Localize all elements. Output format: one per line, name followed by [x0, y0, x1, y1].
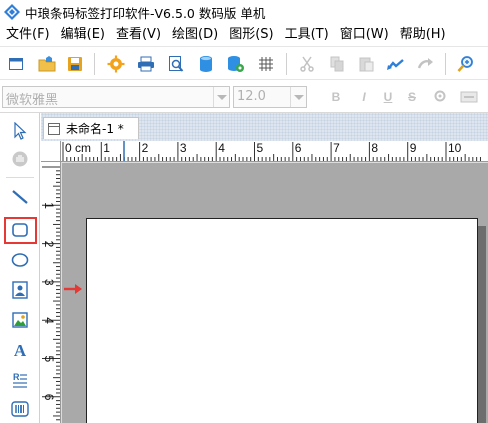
ruler-label: 8	[371, 141, 378, 155]
document-area: 未命名-1 * 0 1 2 3 4 5 6 7 8 9 10 cm 1 2 3 4 5 6 7	[41, 113, 488, 423]
document-icon	[48, 122, 60, 135]
print-icon[interactable]	[136, 54, 156, 74]
font-size-select[interactable]: 12.0	[233, 86, 307, 108]
underline-button[interactable]: U	[380, 89, 396, 105]
line-icon[interactable]	[8, 185, 32, 209]
ruler-label: 6	[295, 141, 302, 155]
picture-icon[interactable]	[8, 308, 32, 332]
ruler-label: 5	[42, 356, 56, 363]
menu-window[interactable]: 窗口(W)	[334, 24, 394, 46]
font-toolbar: 微软雅黑 12.0 B I U S	[0, 81, 488, 113]
label-canvas[interactable]	[86, 218, 478, 423]
new-icon[interactable]	[6, 54, 26, 74]
print-preview-icon[interactable]	[166, 54, 186, 74]
settings-icon[interactable]	[106, 54, 126, 74]
menu-draw[interactable]: 绘图(D)	[166, 24, 223, 46]
ruler-label: 6	[42, 394, 56, 401]
zoom-icon[interactable]	[456, 54, 476, 74]
image-icon[interactable]	[8, 278, 32, 302]
menu-file[interactable]: 文件(F)	[0, 24, 55, 46]
rich-text-icon[interactable]: R	[8, 368, 32, 392]
menu-tools[interactable]: 工具(T)	[279, 24, 334, 46]
canvas-background[interactable]	[62, 163, 488, 423]
font-family-select[interactable]: 微软雅黑	[2, 86, 230, 108]
toolbar-separator	[94, 53, 95, 75]
app-logo-icon	[4, 4, 20, 20]
ruler-label: 7	[333, 141, 340, 155]
menu-shape[interactable]: 图形(S)	[223, 24, 278, 46]
text-color-icon[interactable]	[460, 89, 478, 105]
ruler-label: 0	[65, 141, 72, 155]
document-tab-strip: 未命名-1 *	[41, 113, 488, 141]
bold-button[interactable]: B	[328, 89, 344, 105]
strikethrough-button[interactable]: S	[404, 89, 420, 105]
ellipse-icon[interactable]	[8, 248, 32, 272]
ruler-corner	[41, 141, 61, 162]
ruler-label: 5	[257, 141, 264, 155]
menu-edit[interactable]: 编辑(E)	[55, 24, 110, 46]
palette-separator	[6, 177, 34, 178]
save-icon[interactable]	[65, 54, 85, 74]
cut-icon[interactable]	[297, 54, 317, 74]
copy-icon[interactable]	[327, 54, 347, 74]
menu-view[interactable]: 查看(V)	[110, 24, 166, 46]
menu-bar: 文件(F) 编辑(E) 查看(V) 绘图(D) 图形(S) 工具(T) 窗口(W…	[0, 24, 488, 46]
ruler-label: 2	[142, 141, 149, 155]
svg-text:R: R	[13, 372, 20, 382]
tool-palette: A R	[0, 113, 40, 423]
database-settings-icon[interactable]	[226, 54, 246, 74]
font-settings-icon[interactable]	[432, 89, 448, 105]
paste-icon[interactable]	[356, 54, 376, 74]
redo-icon[interactable]	[416, 54, 436, 74]
ruler-label: 2	[42, 241, 56, 248]
toolbar-separator	[286, 53, 287, 75]
grid-icon[interactable]	[256, 54, 276, 74]
open-icon[interactable]	[37, 54, 57, 74]
title-bar: 中琅条码标签打印软件-V6.5.0 数码版 单机	[0, 0, 488, 24]
ruler-label: 10	[448, 141, 462, 155]
ruler-label: 3	[180, 141, 187, 155]
document-tab[interactable]: 未命名-1 *	[43, 117, 139, 139]
position-arrow-icon	[64, 283, 82, 294]
main-toolbar	[0, 46, 488, 80]
svg-text:A: A	[14, 341, 27, 359]
font-family-value: 微软雅黑	[6, 93, 59, 108]
select-icon[interactable]	[8, 119, 32, 143]
chevron-down-icon[interactable]	[213, 87, 229, 107]
vertical-ruler[interactable]: 1234567	[41, 162, 61, 423]
text-icon[interactable]: A	[8, 338, 32, 362]
ruler-label: 4	[42, 317, 56, 324]
toolbar-separator	[445, 53, 446, 75]
window-title: 中琅条码标签打印软件-V6.5.0 数码版 单机	[25, 5, 266, 21]
barcode-icon[interactable]	[8, 397, 32, 421]
ruler-label: 3	[42, 279, 56, 286]
rectangle-icon[interactable]	[8, 218, 32, 242]
pan-icon[interactable]	[8, 147, 32, 171]
document-tab-label: 未命名-1 *	[66, 122, 124, 136]
undo-icon[interactable]	[386, 54, 406, 74]
horizontal-ruler[interactable]: 0 1 2 3 4 5 6 7 8 9 10 cm	[61, 141, 488, 162]
ruler-unit-label: cm	[75, 141, 91, 155]
database-icon[interactable]	[196, 54, 216, 74]
ruler-label: 1	[103, 141, 110, 155]
chevron-down-icon[interactable]	[290, 87, 306, 107]
ruler-label: 9	[410, 141, 417, 155]
italic-button[interactable]: I	[356, 89, 372, 105]
font-size-value: 12.0	[237, 89, 266, 104]
ruler-label: 4	[218, 141, 225, 155]
menu-help[interactable]: 帮助(H)	[394, 24, 451, 46]
ruler-label: 1	[42, 202, 56, 209]
